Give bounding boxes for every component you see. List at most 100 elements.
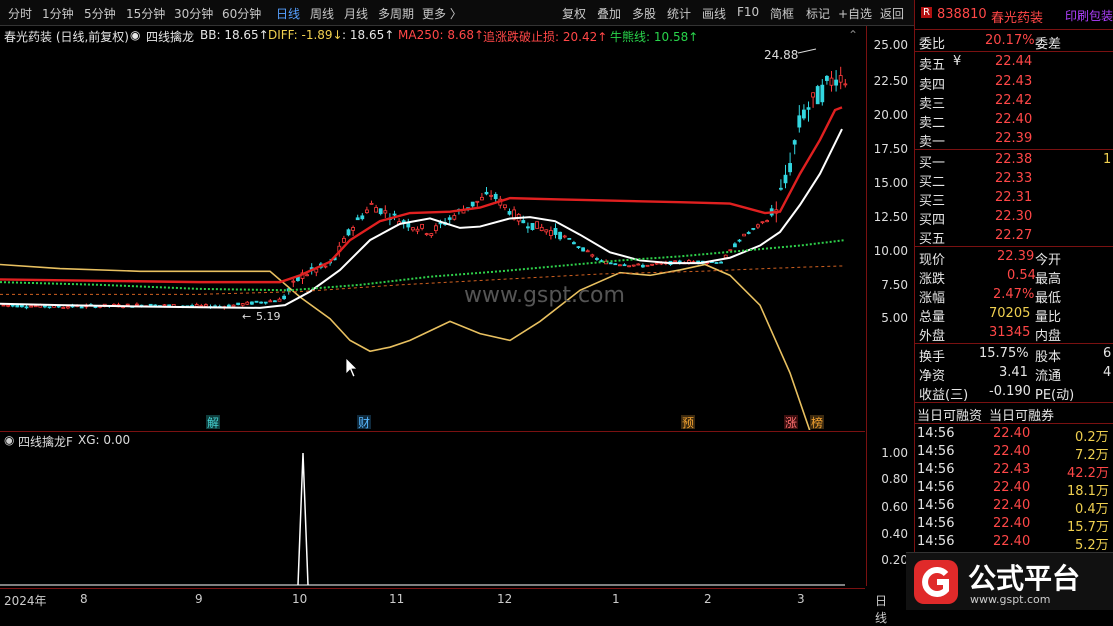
stock-industry[interactable]: 印刷包装 <box>1065 7 1113 24</box>
candle-body <box>562 235 567 238</box>
period-button-15min[interactable]: 15分钟 <box>126 5 165 22</box>
tool-button-f10[interactable]: F10 <box>737 5 759 19</box>
ask-row[interactable]: 卖五 ¥ 22.44 <box>915 53 1113 73</box>
marker-bang[interactable]: 榜 <box>811 415 823 430</box>
separator <box>915 402 1113 403</box>
bid-row[interactable]: 买三 22.31 <box>915 189 1113 209</box>
candle-body <box>433 225 438 231</box>
period-button-fenshi[interactable]: 分时 <box>8 5 32 22</box>
stat-value: 70205 <box>989 306 1031 321</box>
period-button-multi[interactable]: 多周期 <box>378 5 414 22</box>
price-axis: 25.00 22.50 20.00 17.50 15.00 12.50 10.0… <box>866 26 914 586</box>
ask-row[interactable]: 卖三 22.42 <box>915 92 1113 112</box>
tool-button-mark[interactable]: 标记 <box>806 5 830 22</box>
period-button-5min[interactable]: 5分钟 <box>84 5 116 22</box>
tool-button-simple[interactable]: 简框 <box>770 5 794 22</box>
period-button-60min[interactable]: 60分钟 <box>222 5 261 22</box>
candle-body <box>259 301 264 304</box>
tool-button-draw[interactable]: 画线 <box>702 5 726 22</box>
stat-row: 总量 70205 量比 <box>915 305 1113 325</box>
bid-label: 买三 <box>919 194 946 209</box>
stat-value: 22.39 <box>997 249 1035 264</box>
ask-label: 卖三 <box>919 97 946 112</box>
marker-yu[interactable]: 预 <box>682 416 694 430</box>
kline-chart[interactable]: www.gspt.com 24.88 ← 5.19 解 财 预 涨 榜 <box>0 44 865 430</box>
ask-price: 22.43 <box>995 74 1033 89</box>
indicator-info-line: 春光药装 (日线,前复权) ◉ 四线擒龙 BB: 18.65↑ DIFF: -1… <box>0 26 870 44</box>
indicator-dropdown-icon[interactable]: ◉ <box>130 28 140 42</box>
sub-indicator-chart[interactable] <box>0 447 865 587</box>
margin-row: 当日可融资 当日可融券 <box>915 404 1113 424</box>
ask-price: 22.42 <box>995 93 1033 108</box>
candle-body <box>447 217 452 220</box>
gspt-logo: 公式平台 www.gspt.com <box>906 552 1113 610</box>
period-button-30min[interactable]: 30分钟 <box>174 5 213 22</box>
period-button-more[interactable]: 更多 〉 <box>422 5 462 22</box>
stat-row: 涨幅 2.47% 最低 <box>915 286 1113 306</box>
tool-button-overlay[interactable]: 叠加 <box>597 5 621 22</box>
candle-body <box>364 209 369 214</box>
currency-icon: ¥ <box>953 54 962 69</box>
sub-indicator-dropdown-icon[interactable]: ◉ <box>4 433 14 447</box>
tool-button-back[interactable]: 返回 <box>880 5 904 22</box>
period-button-monthly[interactable]: 月线 <box>344 5 368 22</box>
sub-tick: 0.40 <box>881 527 908 541</box>
candle-body <box>415 228 420 232</box>
candle-body <box>558 231 562 240</box>
candle-body <box>797 115 802 128</box>
period-button-1min[interactable]: 1分钟 <box>42 5 74 22</box>
candle-body <box>383 210 388 214</box>
candle-body <box>714 262 719 264</box>
indicator-diff: DIFF: -1.89↓ <box>268 28 343 42</box>
stat-label: 净资 <box>919 369 946 384</box>
candle-body <box>779 187 783 190</box>
candle-body <box>245 301 250 305</box>
tool-button-fuquan[interactable]: 复权 <box>562 5 586 22</box>
marker-jie[interactable]: 解 <box>207 416 219 430</box>
bid-row[interactable]: 买二 22.33 <box>915 170 1113 190</box>
collapse-icon[interactable]: ⌃ <box>848 28 858 42</box>
candle-body <box>479 196 484 201</box>
tool-button-stats[interactable]: 统计 <box>667 5 691 22</box>
tool-button-multistock[interactable]: 多股 <box>632 5 656 22</box>
marker-cai[interactable]: 财 <box>358 416 370 430</box>
stat-label: 今开 <box>1035 253 1062 268</box>
bid-row[interactable]: 买一 22.38 1 <box>915 151 1113 171</box>
bid-label: 买二 <box>919 175 946 190</box>
period-button-daily[interactable]: 日线 <box>276 5 300 22</box>
candle-body <box>539 226 544 231</box>
stat-label: 涨跌 <box>919 272 946 287</box>
ask-price: 22.39 <box>995 131 1033 146</box>
candle-body <box>203 304 208 307</box>
stat-label: 量比 <box>1035 310 1062 325</box>
candle-body <box>820 84 825 103</box>
sub-indicator-header: ◉ 四线擒龙F XG: 0.00 <box>0 431 865 449</box>
separator <box>915 51 1113 52</box>
period-label: 日线 <box>875 594 888 625</box>
bid-row[interactable]: 买五 22.27 <box>915 227 1113 247</box>
tool-button-add-watchlist[interactable]: +自选 <box>838 5 872 22</box>
marker-zhang[interactable]: 涨 <box>785 415 797 430</box>
ask-row[interactable]: 卖四 22.43 <box>915 73 1113 93</box>
indicator-name[interactable]: 四线擒龙 <box>146 28 194 45</box>
low-annotation-arrow: ← <box>242 310 251 323</box>
ask-row[interactable]: 卖二 22.40 <box>915 111 1113 131</box>
bid-row[interactable]: 买四 22.30 <box>915 208 1113 228</box>
diff-line <box>0 263 811 430</box>
bull-bear-line <box>0 239 846 292</box>
trade-time: 14:56 <box>917 426 955 441</box>
ask-row[interactable]: 卖一 22.39 <box>915 130 1113 150</box>
candle-body <box>742 233 746 237</box>
separator <box>915 423 1113 424</box>
margin-short-label[interactable]: 当日可融券 <box>989 405 1054 424</box>
candle-body <box>825 75 829 81</box>
candle-body <box>595 258 599 260</box>
margin-finance-label[interactable]: 当日可融资 <box>917 405 982 424</box>
candle-body <box>43 305 47 308</box>
bid-label: 买四 <box>919 213 946 228</box>
candle-body <box>507 211 512 215</box>
weibi-row: 委比 20.17% 委差 <box>915 32 1113 52</box>
candle-body <box>470 201 475 207</box>
period-button-weekly[interactable]: 周线 <box>310 5 334 22</box>
bid-volume: 1 <box>1103 152 1112 167</box>
